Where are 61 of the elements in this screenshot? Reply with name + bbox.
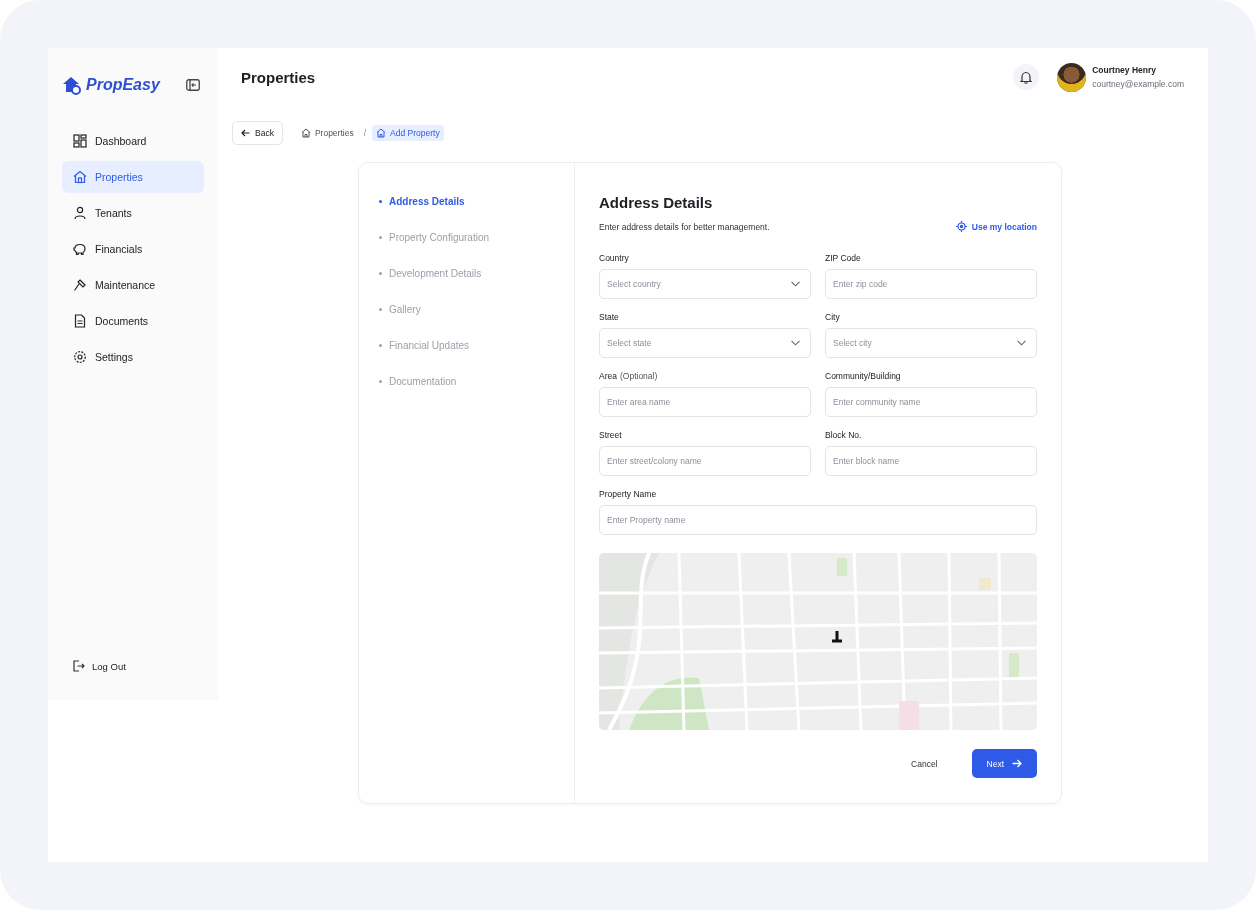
home-icon <box>300 128 311 138</box>
logout-link[interactable]: Log Out <box>73 660 204 672</box>
select-field[interactable]: Select state <box>599 328 811 358</box>
select-field[interactable]: Select city <box>825 328 1037 358</box>
hammer-icon <box>73 278 87 292</box>
input-field[interactable]: Enter street/colony name <box>599 446 811 476</box>
collapse-sidebar-icon[interactable] <box>186 79 200 91</box>
field-label: City <box>825 311 841 323</box>
sidebar-item[interactable]: Dashboard <box>62 125 204 157</box>
house-logo-icon <box>62 75 82 95</box>
avatar[interactable] <box>1057 62 1087 92</box>
home-icon <box>73 170 87 184</box>
user-email: courtney@example.com <box>1092 79 1184 89</box>
field-label: Country <box>599 252 630 264</box>
field-label: ZIP Code <box>825 252 862 264</box>
piggy-icon <box>73 242 87 256</box>
form-subtitle: Enter address details for better management. <box>599 221 770 232</box>
bell-icon <box>1020 70 1033 84</box>
select-field[interactable]: Select country <box>599 269 811 299</box>
user-icon <box>73 206 87 220</box>
sidebar-item[interactable]: Maintenance <box>62 269 204 301</box>
cancel-button[interactable]: Cancel <box>901 750 948 777</box>
doc-icon <box>73 314 87 328</box>
sidebar-item[interactable]: Financials <box>62 233 204 265</box>
gear-icon <box>73 350 87 364</box>
back-button[interactable]: Back <box>232 121 283 145</box>
input-field[interactable]: Enter community name <box>825 387 1037 417</box>
sidebar-item[interactable]: Documents <box>62 305 204 337</box>
breadcrumb-link[interactable]: Add Property <box>372 125 444 141</box>
step-item[interactable]: Address Details <box>379 195 574 207</box>
grid-icon <box>73 134 87 148</box>
page-title: Properties <box>241 68 317 86</box>
chevron-down-icon <box>791 281 800 287</box>
input-field[interactable]: Enter Property name <box>599 505 1037 535</box>
input-field[interactable]: Enter area name <box>599 387 811 417</box>
next-button[interactable]: Next <box>971 749 1037 778</box>
input-field[interactable]: Enter block name <box>825 446 1037 476</box>
use-location-link[interactable]: Use my location <box>955 221 1037 232</box>
sidebar-item[interactable]: Tenants <box>62 197 204 229</box>
chevron-down-icon <box>791 340 800 346</box>
form-title: Address Details <box>599 194 714 211</box>
sidebar-item[interactable]: Properties <box>62 161 204 193</box>
sidebar-item[interactable]: Settings <box>62 341 204 373</box>
field-label: Area (Optional) <box>599 370 659 382</box>
arrow-right-icon <box>1012 759 1022 768</box>
home-icon <box>376 128 387 138</box>
brand-name: PropEasy <box>86 76 162 94</box>
logout-icon <box>73 660 85 672</box>
notification-button[interactable] <box>1013 64 1040 90</box>
arrow-left-icon <box>241 129 250 137</box>
breadcrumb-separator: / <box>363 128 367 138</box>
breadcrumb-link[interactable]: Properties <box>296 125 358 141</box>
field-label: Street <box>599 429 623 441</box>
chevron-down-icon <box>1017 340 1026 346</box>
field-label: Property Name <box>599 488 658 500</box>
user-name: Courtney Henry <box>1092 65 1157 75</box>
field-label: Block No. <box>825 429 863 441</box>
field-label: State <box>599 311 620 323</box>
field-label: Community/Building <box>825 370 902 382</box>
input-field[interactable]: Enter zip code <box>825 269 1037 299</box>
crosshair-icon <box>955 221 967 232</box>
